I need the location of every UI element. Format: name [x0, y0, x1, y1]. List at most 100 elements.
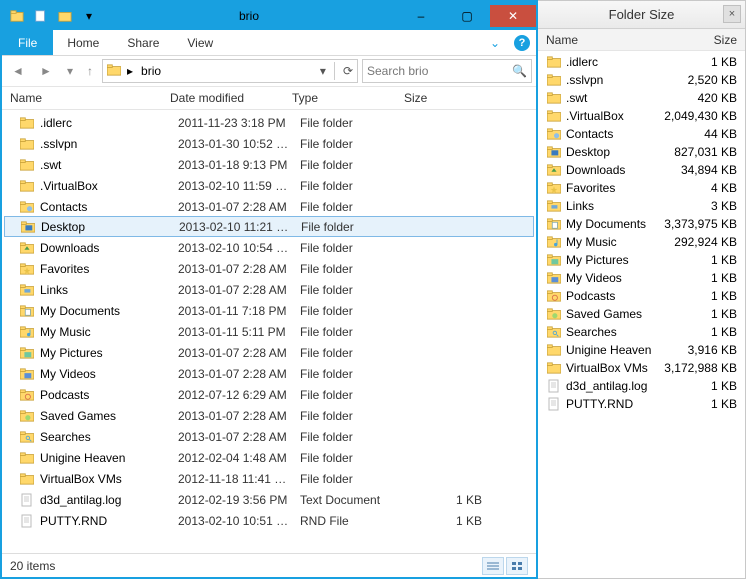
panel-title-bar[interactable]: Folder Size ×: [538, 1, 745, 29]
table-row[interactable]: .sslvpn2013-01-30 10:52 …File folder: [2, 133, 536, 154]
list-item[interactable]: .idlerc1 KB: [538, 53, 745, 71]
forward-button[interactable]: ►: [34, 59, 58, 83]
ribbon-share[interactable]: Share: [113, 30, 173, 55]
list-item[interactable]: My Pictures1 KB: [538, 251, 745, 269]
table-row[interactable]: Searches2013-01-07 2:28 AMFile folder: [2, 426, 536, 447]
list-item[interactable]: Contacts44 KB: [538, 125, 745, 143]
address-dropdown-icon[interactable]: ▾: [320, 64, 326, 78]
list-item[interactable]: Searches1 KB: [538, 323, 745, 341]
minimize-button[interactable]: –: [398, 5, 444, 27]
list-item[interactable]: PUTTY.RND1 KB: [538, 395, 745, 413]
crumb-sep[interactable]: ▸: [125, 64, 135, 78]
list-item[interactable]: Links3 KB: [538, 197, 745, 215]
list-item[interactable]: Favorites4 KB: [538, 179, 745, 197]
col-date[interactable]: Date modified: [162, 87, 284, 109]
quick-new-folder-icon[interactable]: [30, 6, 52, 26]
thumbnails-view-icon[interactable]: [506, 557, 528, 575]
panel-close-button[interactable]: ×: [723, 5, 741, 23]
list-item[interactable]: Podcasts1 KB: [538, 287, 745, 305]
file-type: File folder: [301, 220, 413, 234]
folder-icon: [546, 91, 562, 105]
folder-icon: [546, 55, 562, 69]
list-item[interactable]: My Music292,924 KB: [538, 233, 745, 251]
quick-dropdown-icon[interactable]: ▾: [78, 6, 100, 26]
recent-dropdown[interactable]: ▾: [62, 59, 78, 83]
music-icon: [18, 324, 36, 340]
table-row[interactable]: .VirtualBox2013-02-10 11:59 …File folder: [2, 175, 536, 196]
table-row[interactable]: Saved Games2013-01-07 2:28 AMFile folder: [2, 405, 536, 426]
expand-ribbon-icon[interactable]: ⌄: [482, 30, 508, 55]
ribbon-view[interactable]: View: [173, 30, 227, 55]
up-button[interactable]: ↑: [82, 59, 98, 83]
list-item[interactable]: .swt420 KB: [538, 89, 745, 107]
file-type: File folder: [300, 451, 412, 465]
back-button[interactable]: ◄: [6, 59, 30, 83]
search-input[interactable]: Search brio 🔍: [362, 59, 532, 83]
item-name: Desktop: [566, 145, 657, 159]
table-row[interactable]: My Videos2013-01-07 2:28 AMFile folder: [2, 363, 536, 384]
table-row[interactable]: My Pictures2013-01-07 2:28 AMFile folder: [2, 342, 536, 363]
table-row[interactable]: Favorites2013-01-07 2:28 AMFile folder: [2, 258, 536, 279]
refresh-button[interactable]: ⟳: [343, 64, 353, 78]
details-view-icon[interactable]: [482, 557, 504, 575]
ribbon-file[interactable]: File: [2, 30, 53, 55]
table-row[interactable]: My Music2013-01-11 5:11 PMFile folder: [2, 321, 536, 342]
folder-size-panel: Folder Size × Name Size .idlerc1 KB.sslv…: [538, 0, 746, 579]
item-name: My Music: [566, 235, 657, 249]
item-size: 420 KB: [657, 91, 737, 105]
list-item[interactable]: Unigine Heaven3,916 KB: [538, 341, 745, 359]
list-item[interactable]: .sslvpn2,520 KB: [538, 71, 745, 89]
table-row[interactable]: d3d_antilag.log2012-02-19 3:56 PMText Do…: [2, 489, 536, 510]
app-icon[interactable]: [6, 6, 28, 26]
folder-icon: [18, 450, 36, 466]
table-row[interactable]: Desktop2013-02-10 11:21 …File folder: [4, 216, 534, 237]
panel-col-name[interactable]: Name: [546, 33, 657, 47]
table-row[interactable]: Unigine Heaven2012-02-04 1:48 AMFile fol…: [2, 447, 536, 468]
table-row[interactable]: .swt2013-01-18 9:13 PMFile folder: [2, 154, 536, 175]
address-bar[interactable]: ▸ brio ▾ ⟳: [102, 59, 358, 83]
table-row[interactable]: VirtualBox VMs2012-11-18 11:41 …File fol…: [2, 468, 536, 489]
table-row[interactable]: .idlerc2011-11-23 3:18 PMFile folder: [2, 112, 536, 133]
videos-icon: [18, 366, 36, 382]
table-row[interactable]: Links2013-01-07 2:28 AMFile folder: [2, 279, 536, 300]
close-button[interactable]: ✕: [490, 5, 536, 27]
list-item[interactable]: Downloads34,894 KB: [538, 161, 745, 179]
ribbon-home[interactable]: Home: [53, 30, 113, 55]
panel-column-headers: Name Size: [538, 29, 745, 51]
list-item[interactable]: d3d_antilag.log1 KB: [538, 377, 745, 395]
list-item[interactable]: Desktop827,031 KB: [538, 143, 745, 161]
status-count: 20 items: [10, 559, 55, 573]
panel-list[interactable]: .idlerc1 KB.sslvpn2,520 KB.swt420 KB.Vir…: [538, 51, 745, 578]
crumb-brio[interactable]: brio: [139, 64, 163, 78]
file-name: .swt: [40, 158, 178, 172]
table-row[interactable]: Contacts2013-01-07 2:28 AMFile folder: [2, 196, 536, 217]
desktop-icon: [546, 145, 562, 159]
col-size[interactable]: Size: [396, 87, 506, 109]
table-row[interactable]: PUTTY.RND2013-02-10 10:51 …RND File1 KB: [2, 510, 536, 531]
file-date: 2012-02-04 1:48 AM: [178, 451, 300, 465]
table-row[interactable]: My Documents2013-01-11 7:18 PMFile folde…: [2, 300, 536, 321]
maximize-button[interactable]: ▢: [444, 5, 490, 27]
file-type: File folder: [300, 262, 412, 276]
table-row[interactable]: Downloads2013-02-10 10:54 …File folder: [2, 237, 536, 258]
col-name[interactable]: Name: [2, 87, 162, 109]
file-date: 2013-01-11 7:18 PM: [178, 304, 300, 318]
list-item[interactable]: My Videos1 KB: [538, 269, 745, 287]
quick-properties-icon[interactable]: [54, 6, 76, 26]
titlebar[interactable]: ▾ brio – ▢ ✕: [2, 2, 536, 30]
folder-icon: [546, 109, 562, 123]
file-name: My Documents: [40, 304, 178, 318]
panel-col-size[interactable]: Size: [657, 33, 737, 47]
list-item[interactable]: VirtualBox VMs3,172,988 KB: [538, 359, 745, 377]
col-type[interactable]: Type: [284, 87, 396, 109]
list-item[interactable]: Saved Games1 KB: [538, 305, 745, 323]
file-date: 2012-11-18 11:41 …: [178, 472, 300, 486]
table-row[interactable]: Podcasts2012-07-12 6:29 AMFile folder: [2, 384, 536, 405]
item-size: 34,894 KB: [657, 163, 737, 177]
item-name: Saved Games: [566, 307, 657, 321]
list-item[interactable]: My Documents3,373,975 KB: [538, 215, 745, 233]
help-icon[interactable]: ?: [514, 35, 530, 51]
folder-icon: [546, 361, 562, 375]
list-item[interactable]: .VirtualBox2,049,430 KB: [538, 107, 745, 125]
file-list[interactable]: .idlerc2011-11-23 3:18 PMFile folder.ssl…: [2, 110, 536, 553]
